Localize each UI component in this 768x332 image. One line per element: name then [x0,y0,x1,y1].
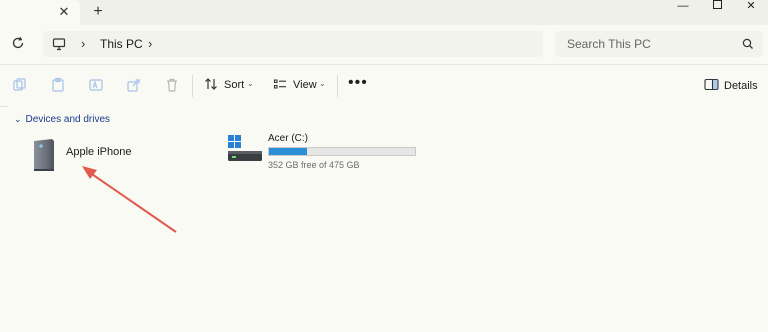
drive-free-space: 352 GB free of 475 GB [268,160,360,170]
search-box[interactable]: Search This PC [555,31,763,57]
drive-usage-bar [268,147,416,156]
breadcrumb-this-pc[interactable]: This PC [100,37,143,51]
details-label: Details [724,80,758,92]
sort-button[interactable]: Sort ⌄ [204,76,256,94]
view-chevron-down-icon: ⌄ [319,79,326,88]
address-bar[interactable]: › This PC › [43,31,543,57]
chevron-down-icon: ⌄ [14,114,22,124]
close-window-button[interactable]: ✕ [732,0,768,13]
address-row: › This PC › Search This PC [0,25,768,64]
title-bar: ✕ + — ✕ [0,0,768,25]
more-options-icon[interactable]: ••• [348,75,368,91]
share-icon[interactable] [126,77,142,93]
maximize-button[interactable] [698,0,736,13]
view-button[interactable]: View ⌄ [273,76,329,94]
toolbar-divider [337,75,338,97]
toolbar-divider [192,75,193,97]
annotation-arrow [82,166,177,233]
view-label: View [293,79,317,91]
breadcrumb-chevron-icon[interactable]: › [81,36,85,51]
maximize-icon [712,0,722,9]
sort-label: Sort [224,79,245,91]
search-input[interactable]: Search This PC [567,37,651,51]
paste-icon[interactable] [50,77,66,93]
group-title: Devices and drives [25,114,111,125]
view-icon [273,79,286,89]
sort-icon [205,78,217,90]
tab-this-pc[interactable]: ✕ [0,0,80,25]
drive-usage-fill [269,148,307,155]
minimize-button[interactable]: — [664,0,702,13]
drive-acer-c[interactable]: Acer (C:) 352 GB free of 475 GB [228,132,428,176]
sort-chevron-down-icon: ⌄ [247,79,254,88]
command-bar: Sort ⌄ View ⌄ ••• Details [0,64,768,107]
new-tab-button[interactable]: + [90,3,106,21]
portable-device-icon [32,138,56,172]
monitor-icon [52,37,66,51]
group-header-devices-and-drives[interactable]: ⌄ Devices and drives [14,114,110,125]
refresh-icon[interactable] [10,36,26,52]
search-icon[interactable] [741,37,755,51]
rename-icon[interactable] [88,77,104,93]
drive-name: Acer (C:) [268,133,308,144]
tab-close-icon[interactable]: ✕ [56,4,72,20]
delete-icon[interactable] [164,77,180,93]
details-pane-icon [704,78,719,91]
breadcrumb-expand-icon[interactable]: › [148,36,152,51]
copy-icon[interactable] [12,77,28,93]
windows-drive-icon [228,135,262,163]
